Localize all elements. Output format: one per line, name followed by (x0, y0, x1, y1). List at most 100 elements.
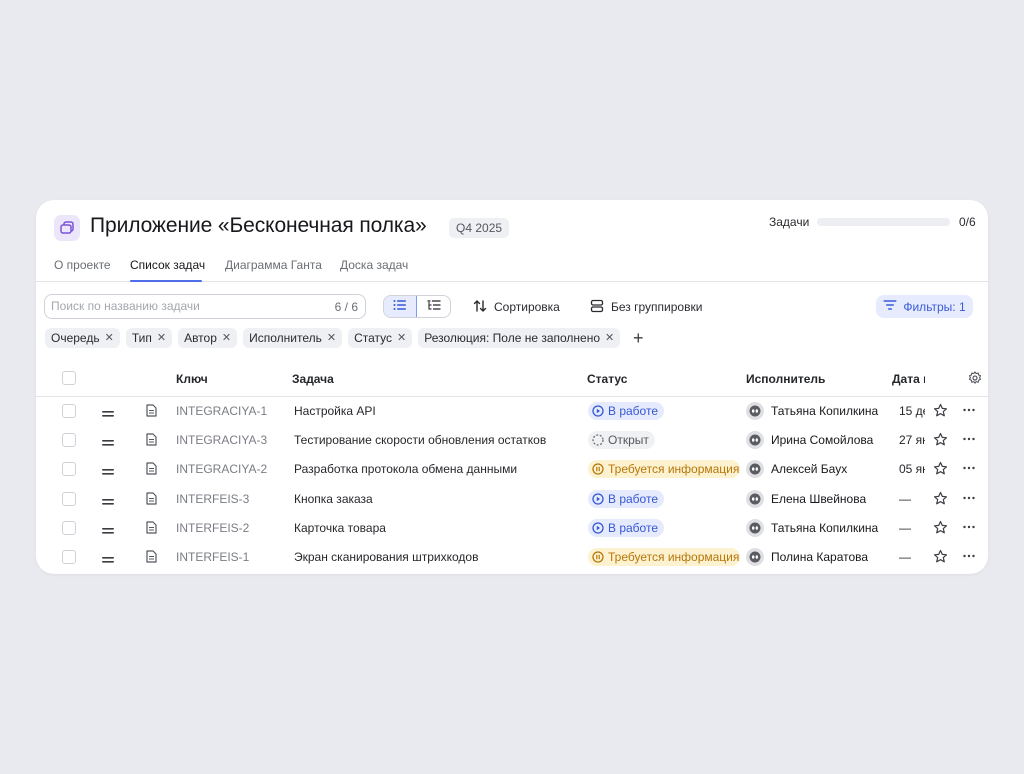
more-actions-icon[interactable] (962, 432, 976, 451)
assignee-name: Елена Швейнова (771, 491, 867, 506)
tasks-progress-bar (817, 218, 950, 226)
table-row[interactable]: INTERFEIS-1 Экран сканирования штрихкодо… (36, 543, 988, 572)
star-icon[interactable] (933, 432, 948, 452)
task-key[interactable]: INTEGRACIYA-1 (176, 404, 267, 418)
task-key[interactable]: INTERFEIS-2 (176, 521, 249, 535)
task-key[interactable]: INTERFEIS-3 (176, 492, 249, 506)
chip-queue[interactable]: Очередь ✕ (45, 328, 120, 348)
tab-task-list[interactable]: Список задач (130, 258, 205, 272)
select-all-checkbox[interactable] (62, 371, 76, 385)
status-label: В работе (608, 404, 659, 418)
tab-gantt[interactable]: Диаграмма Ганта (225, 258, 322, 272)
star-icon[interactable] (933, 461, 948, 481)
task-title[interactable]: Настройка API (294, 404, 376, 418)
chip-status[interactable]: Статус ✕ (348, 328, 413, 348)
status-badge[interactable]: В работе (588, 402, 665, 420)
task-key[interactable]: INTEGRACIYA-2 (176, 462, 267, 476)
filters-button[interactable]: Фильтры: 1 (876, 295, 973, 318)
project-tabs: О проекте Список задач Диаграмма Ганта Д… (36, 250, 988, 282)
row-checkbox[interactable] (62, 433, 76, 448)
star-icon[interactable] (933, 491, 948, 511)
more-actions-icon[interactable] (962, 549, 976, 568)
close-icon[interactable]: ✕ (105, 332, 114, 344)
status-label: Открыт (608, 433, 649, 448)
column-task[interactable]: Задача (292, 372, 334, 386)
table-row[interactable]: INTEGRACIYA-3 Тестирование скорости обно… (36, 426, 988, 455)
task-title[interactable]: Разработка протокола обмена данными (294, 462, 517, 476)
task-title[interactable]: Экран сканирования штрихкодов (294, 550, 478, 564)
chip-assignee[interactable]: Исполнитель ✕ (243, 328, 343, 348)
page-title: Приложение «Бесконечная полка» (90, 214, 427, 237)
status-badge[interactable]: Требуется информация (588, 548, 740, 566)
chip-resolution[interactable]: Резолюция: Поле не заполнено ✕ (418, 328, 621, 348)
table-row[interactable]: INTERFEIS-3 Кнопка заказа В работе Елена… (36, 485, 988, 514)
assignee-cell[interactable]: Татьяна Копилкина (746, 402, 878, 420)
close-icon[interactable]: ✕ (397, 332, 406, 344)
more-actions-icon[interactable] (962, 403, 976, 422)
avatar (746, 460, 764, 479)
priority-normal-icon (102, 435, 114, 453)
assignee-cell[interactable]: Полина Каратова (746, 548, 868, 566)
sort-label: Сортировка (494, 300, 560, 314)
chip-type[interactable]: Тип ✕ (125, 328, 173, 348)
column-assignee[interactable]: Исполнитель (746, 372, 825, 386)
status-badge[interactable]: В работе (588, 518, 665, 537)
due-date: — (899, 550, 911, 564)
list-view-icon (393, 298, 407, 316)
due-date: — (899, 520, 911, 535)
assignee-cell[interactable]: Татьяна Копилкина (746, 518, 878, 537)
status-badge[interactable]: В работе (588, 489, 665, 508)
sort-button[interactable]: Сортировка (473, 298, 560, 316)
task-title[interactable]: Карточка товара (294, 521, 386, 535)
assignee-cell[interactable]: Елена Швейнова (746, 489, 867, 508)
task-key[interactable]: INTERFEIS-1 (176, 550, 249, 564)
quarter-badge[interactable]: Q4 2025 (449, 218, 510, 238)
status-badge[interactable]: Открыт (588, 431, 655, 450)
close-icon[interactable]: ✕ (157, 332, 166, 344)
assignee-cell[interactable]: Ирина Сомойлова (746, 431, 873, 450)
table-row[interactable]: INTEGRACIYA-1 Настройка API В работе Тат… (36, 397, 988, 426)
status-label: Требуется информация (608, 550, 740, 564)
group-button[interactable]: Без группировки (590, 298, 702, 316)
table-row[interactable]: INTERFEIS-2 Карточка товара В работе Тат… (36, 514, 988, 543)
task-title[interactable]: Тестирование скорости обновления остатко… (294, 433, 546, 447)
more-actions-icon[interactable] (962, 461, 976, 480)
assignee-cell[interactable]: Алексей Баух (746, 460, 848, 479)
close-icon[interactable]: ✕ (327, 332, 336, 344)
close-icon[interactable]: ✕ (222, 332, 231, 344)
priority-normal-icon (102, 406, 114, 424)
row-checkbox[interactable] (62, 491, 76, 506)
column-settings-gear-icon[interactable] (968, 371, 982, 390)
column-key[interactable]: Ключ (176, 372, 208, 386)
task-title[interactable]: Кнопка заказа (294, 492, 373, 506)
row-checkbox[interactable] (62, 550, 76, 564)
tab-about[interactable]: О проекте (54, 258, 111, 272)
tree-view-button[interactable] (417, 296, 450, 317)
due-date: 15 дек (899, 404, 925, 418)
assignee-name: Алексей Баух (771, 462, 848, 477)
add-filter-button[interactable]: + (628, 328, 648, 348)
column-date[interactable]: Дата н (892, 372, 925, 386)
search-result-count: 6 / 6 (334, 300, 358, 314)
column-status[interactable]: Статус (587, 372, 627, 386)
more-actions-icon[interactable] (962, 491, 976, 510)
view-mode-toggle (383, 295, 451, 318)
row-checkbox[interactable] (62, 404, 76, 418)
search-input[interactable] (51, 299, 311, 313)
more-actions-icon[interactable] (962, 520, 976, 539)
list-view-button[interactable] (384, 296, 418, 317)
grouping-icon (590, 299, 604, 316)
row-checkbox[interactable] (62, 520, 76, 535)
priority-normal-icon (102, 552, 114, 570)
table-row[interactable]: INTEGRACIYA-2 Разработка протокола обмен… (36, 455, 988, 484)
status-badge[interactable]: Требуется информация (588, 460, 740, 479)
star-icon[interactable] (933, 520, 948, 540)
tree-view-icon (427, 298, 441, 316)
task-key[interactable]: INTEGRACIYA-3 (176, 433, 267, 447)
star-icon[interactable] (933, 403, 948, 423)
tab-board[interactable]: Доска задач (340, 258, 408, 272)
star-icon[interactable] (933, 549, 948, 569)
close-icon[interactable]: ✕ (605, 332, 614, 344)
chip-author[interactable]: Автор ✕ (178, 328, 238, 348)
row-checkbox[interactable] (62, 462, 76, 477)
